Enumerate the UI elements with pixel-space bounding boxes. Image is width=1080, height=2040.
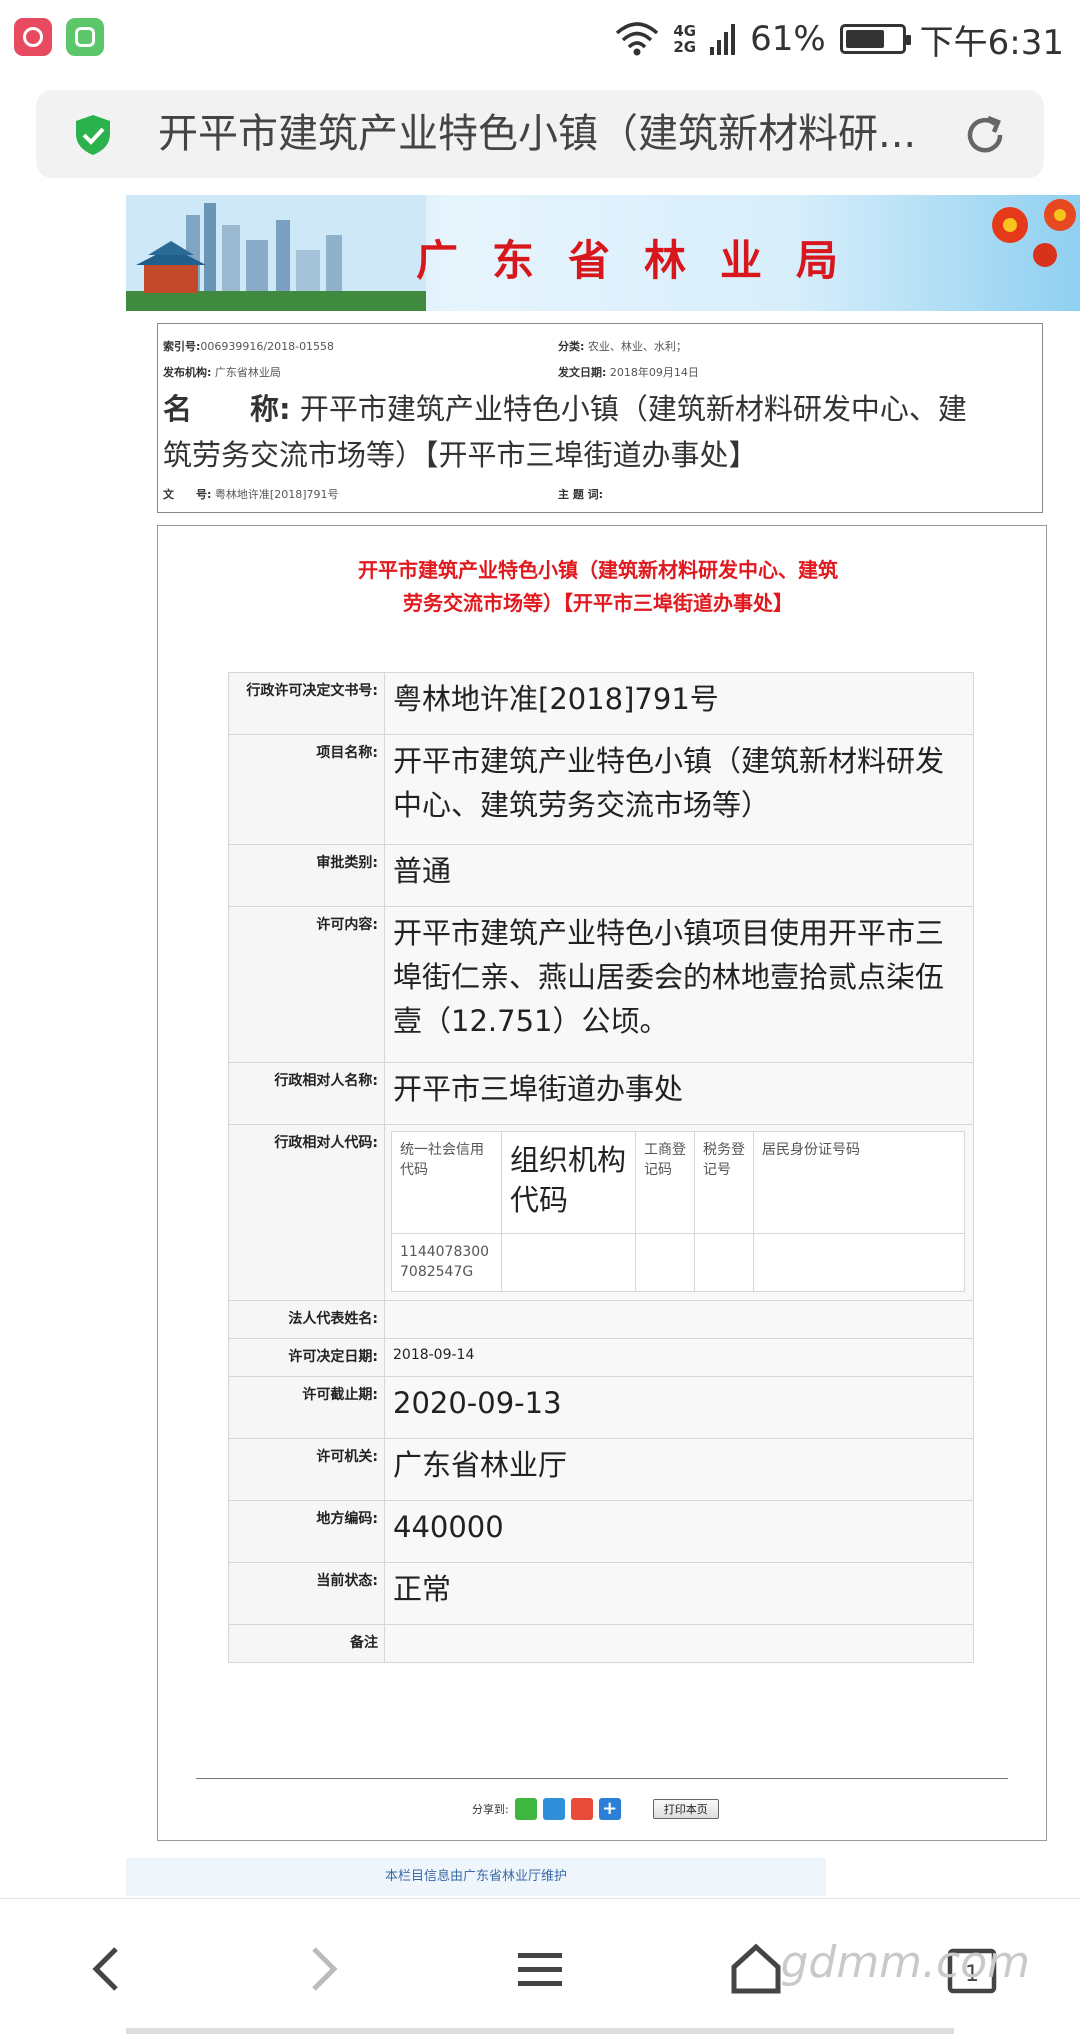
- maintain-notice: 本栏目信息由广东省林业厅维护: [126, 1858, 826, 1896]
- status-bar: 4G 2G 61% 下午6:31: [0, 0, 1080, 78]
- row-value: 正常: [384, 1562, 974, 1625]
- meta-doc-number: 文 号: 粤林地许准[2018]791号: [163, 488, 339, 501]
- row-label: 行政相对人名称:: [228, 1062, 385, 1125]
- table-row: 项目名称: 开平市建筑产业特色小镇（建筑新材料研发中心、建筑劳务交流市场等）: [228, 734, 974, 845]
- sub-header: 工商登记码: [635, 1131, 695, 1234]
- forward-icon[interactable]: [292, 1939, 352, 1999]
- sub-cell: [501, 1233, 636, 1292]
- table-row: 备注: [228, 1624, 974, 1663]
- row-label: 地方编码:: [228, 1500, 385, 1563]
- sub-header: 税务登记号: [694, 1131, 754, 1234]
- row-value: 开平市建筑产业特色小镇（建筑新材料研发中心、建筑劳务交流市场等）: [384, 734, 974, 845]
- meta-publisher: 发布机构: 广东省林业局: [163, 366, 281, 379]
- table-row: 行政相对人代码: 统一社会信用代码 组织机构代码 工商登记码 税务登记号 居民身…: [228, 1124, 974, 1301]
- print-button[interactable]: 打印本页: [652, 1799, 719, 1819]
- content-divider: [196, 1778, 1008, 1779]
- sub-header: 统一社会信用代码: [391, 1131, 502, 1234]
- meta-keywords: 主 题 词:: [558, 488, 604, 501]
- row-value: 粤林地许准[2018]791号: [384, 672, 974, 735]
- table-row: 行政相对人名称: 开平市三埠街道办事处: [228, 1062, 974, 1125]
- row-value: 2018-09-14: [384, 1338, 974, 1377]
- row-value: 开平市三埠街道办事处: [384, 1062, 974, 1125]
- weibo-share-icon[interactable]: [570, 1798, 593, 1820]
- row-label: 许可内容:: [228, 906, 385, 1063]
- meta-date: 发文日期: 2018年09月14日: [558, 366, 699, 379]
- row-value: 开平市建筑产业特色小镇项目使用开平市三埠街仁亲、燕山居委会的林地壹拾贰点柒伍壹（…: [384, 906, 974, 1063]
- menu-icon[interactable]: [510, 1939, 570, 1999]
- row-label: 许可机关:: [228, 1438, 385, 1501]
- signal-indicator: 4G 2G: [673, 22, 697, 56]
- row-label: 当前状态:: [228, 1562, 385, 1625]
- wechat-share-icon[interactable]: [514, 1798, 537, 1820]
- table-row: 许可决定日期: 2018-09-14: [228, 1338, 974, 1377]
- sub-cell: [694, 1233, 754, 1292]
- meta-name: 名 称: 开平市建筑产业特色小镇（建筑新材料研发中心、建筑劳务交流市场等）【开平…: [163, 392, 967, 472]
- flower-decoration: [992, 199, 1076, 267]
- table-row: 许可内容: 开平市建筑产业特色小镇项目使用开平市三埠街仁亲、燕山居委会的林地壹拾…: [228, 906, 974, 1063]
- table-row: 许可机关: 广东省林业厅: [228, 1438, 974, 1501]
- clock: 下午6:31: [919, 22, 1064, 63]
- row-label: 备注: [228, 1624, 385, 1663]
- battery-icon: [839, 24, 911, 54]
- refresh-icon[interactable]: [962, 112, 1008, 158]
- share-bar: 分享到: + 打印本页: [472, 1796, 719, 1822]
- table-row: 当前状态: 正常: [228, 1562, 974, 1625]
- bottom-indicator: [126, 2028, 954, 2034]
- row-value: 2020-09-13: [384, 1376, 974, 1439]
- wifi-icon: [616, 22, 659, 56]
- meta-category: 分类: 农业、林业、水利；: [558, 340, 687, 353]
- table-row: 地方编码: 440000: [228, 1500, 974, 1563]
- row-label: 行政许可决定文书号:: [228, 672, 385, 735]
- watermark: gdmm.com: [780, 1937, 1030, 1988]
- row-label: 项目名称:: [228, 734, 385, 845]
- permit-info-table: 行政许可决定文书号: 粤林地许准[2018]791号 项目名称: 开平市建筑产业…: [228, 672, 974, 1663]
- address-bar[interactable]: 开平市建筑产业特色小镇（建筑新材料研...: [36, 90, 1044, 178]
- banner-title: 广东省林业局: [416, 236, 873, 285]
- row-value: 440000: [384, 1500, 974, 1563]
- notification-app-icon: [14, 18, 52, 56]
- back-icon[interactable]: [78, 1939, 138, 1999]
- sub-cell: 11440783007082547G: [391, 1233, 502, 1292]
- row-value: 普通: [384, 844, 974, 907]
- site-banner: 广东省林业局: [126, 195, 1080, 311]
- row-label: 行政相对人代码:: [228, 1124, 385, 1301]
- secure-shield-icon: [76, 115, 110, 155]
- document-meta-box: 索引号:006939916/2018-01558 分类: 农业、林业、水利； 发…: [157, 323, 1043, 513]
- table-row: 许可截止期: 2020-09-13: [228, 1376, 974, 1439]
- table-row: 法人代表姓名:: [228, 1300, 974, 1339]
- signal-bars-icon: [710, 24, 736, 55]
- table-row: 审批类别: 普通: [228, 844, 974, 907]
- home-icon[interactable]: [726, 1939, 786, 1999]
- row-value: [384, 1624, 974, 1663]
- table-row: 行政许可决定文书号: 粤林地许准[2018]791号: [228, 672, 974, 735]
- more-share-icon[interactable]: +: [598, 1798, 621, 1820]
- row-label: 审批类别:: [228, 844, 385, 907]
- party-code-table: 统一社会信用代码 组织机构代码 工商登记码 税务登记号 居民身份证号码 1144…: [391, 1131, 965, 1292]
- sub-cell: [635, 1233, 695, 1292]
- row-label: 法人代表姓名:: [228, 1300, 385, 1339]
- content-title: 开平市建筑产业特色小镇（建筑新材料研发中心、建筑劳务交流市场等）【开平市三埠街道…: [358, 558, 838, 615]
- sub-cell: [753, 1233, 965, 1292]
- message-app-icon: [66, 18, 104, 56]
- page-title[interactable]: 开平市建筑产业特色小镇（建筑新材料研...: [158, 108, 948, 160]
- row-label: 许可决定日期:: [228, 1338, 385, 1377]
- sub-header: 居民身份证号码: [753, 1131, 965, 1234]
- party-code-cell: 统一社会信用代码 组织机构代码 工商登记码 税务登记号 居民身份证号码 1144…: [384, 1124, 974, 1301]
- content-box: 开平市建筑产业特色小镇（建筑新材料研发中心、建筑劳务交流市场等）【开平市三埠街道…: [157, 525, 1047, 1841]
- battery-percent: 61%: [750, 19, 826, 59]
- city-skyline-image: [126, 195, 426, 311]
- bottom-nav: 1 gdmm.com: [0, 1898, 1080, 2040]
- share-label: 分享到:: [472, 1803, 509, 1816]
- row-value: 广东省林业厅: [384, 1438, 974, 1501]
- row-value: [384, 1300, 974, 1339]
- row-label: 许可截止期:: [228, 1376, 385, 1439]
- qzone-share-icon[interactable]: [542, 1798, 565, 1820]
- sub-header: 组织机构代码: [501, 1131, 636, 1234]
- meta-index: 索引号:006939916/2018-01558: [163, 340, 335, 353]
